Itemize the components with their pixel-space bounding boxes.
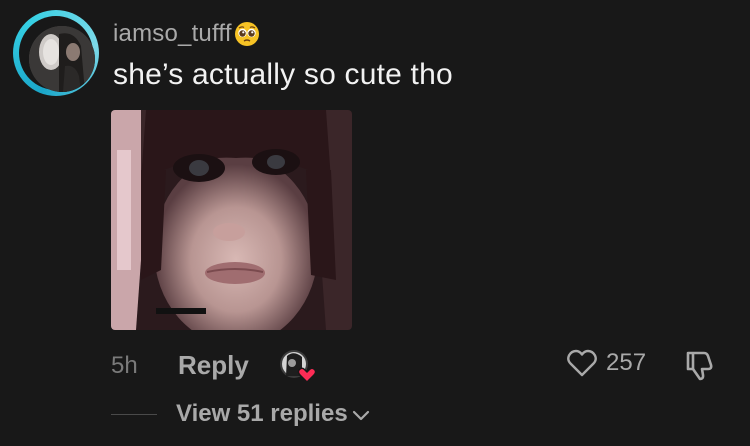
comment-actions: 5h Reply 257 — [111, 348, 731, 384]
thumbs-down-icon — [686, 351, 713, 381]
avatar[interactable] — [13, 10, 99, 96]
creator-liked-badge — [278, 348, 318, 384]
like-count: 257 — [606, 349, 647, 376]
comment-text: she’s actually so cute tho — [113, 58, 453, 91]
heart-outline-icon — [567, 349, 597, 377]
username-row: iamso_tufff — [113, 20, 260, 48]
replies-divider — [111, 413, 157, 415]
avatar-image — [29, 26, 95, 92]
chevron-down-icon — [352, 410, 369, 420]
comment-photo[interactable] — [111, 110, 352, 330]
username[interactable]: iamso_tufff — [113, 20, 232, 48]
comment-item: iamso_tufff she’s actually so cute tho 5… — [0, 0, 750, 446]
view-replies-button[interactable]: View 51 replies — [176, 400, 348, 428]
like-button[interactable]: 257 — [566, 348, 646, 378]
reply-button[interactable]: Reply — [178, 350, 249, 381]
view-replies-row[interactable]: View 51 replies — [111, 400, 370, 428]
pleading-face-emoji — [234, 22, 259, 46]
timestamp: 5h — [111, 352, 138, 379]
dislike-button[interactable] — [683, 348, 717, 387]
creator-liked-heart-icon — [280, 350, 317, 384]
